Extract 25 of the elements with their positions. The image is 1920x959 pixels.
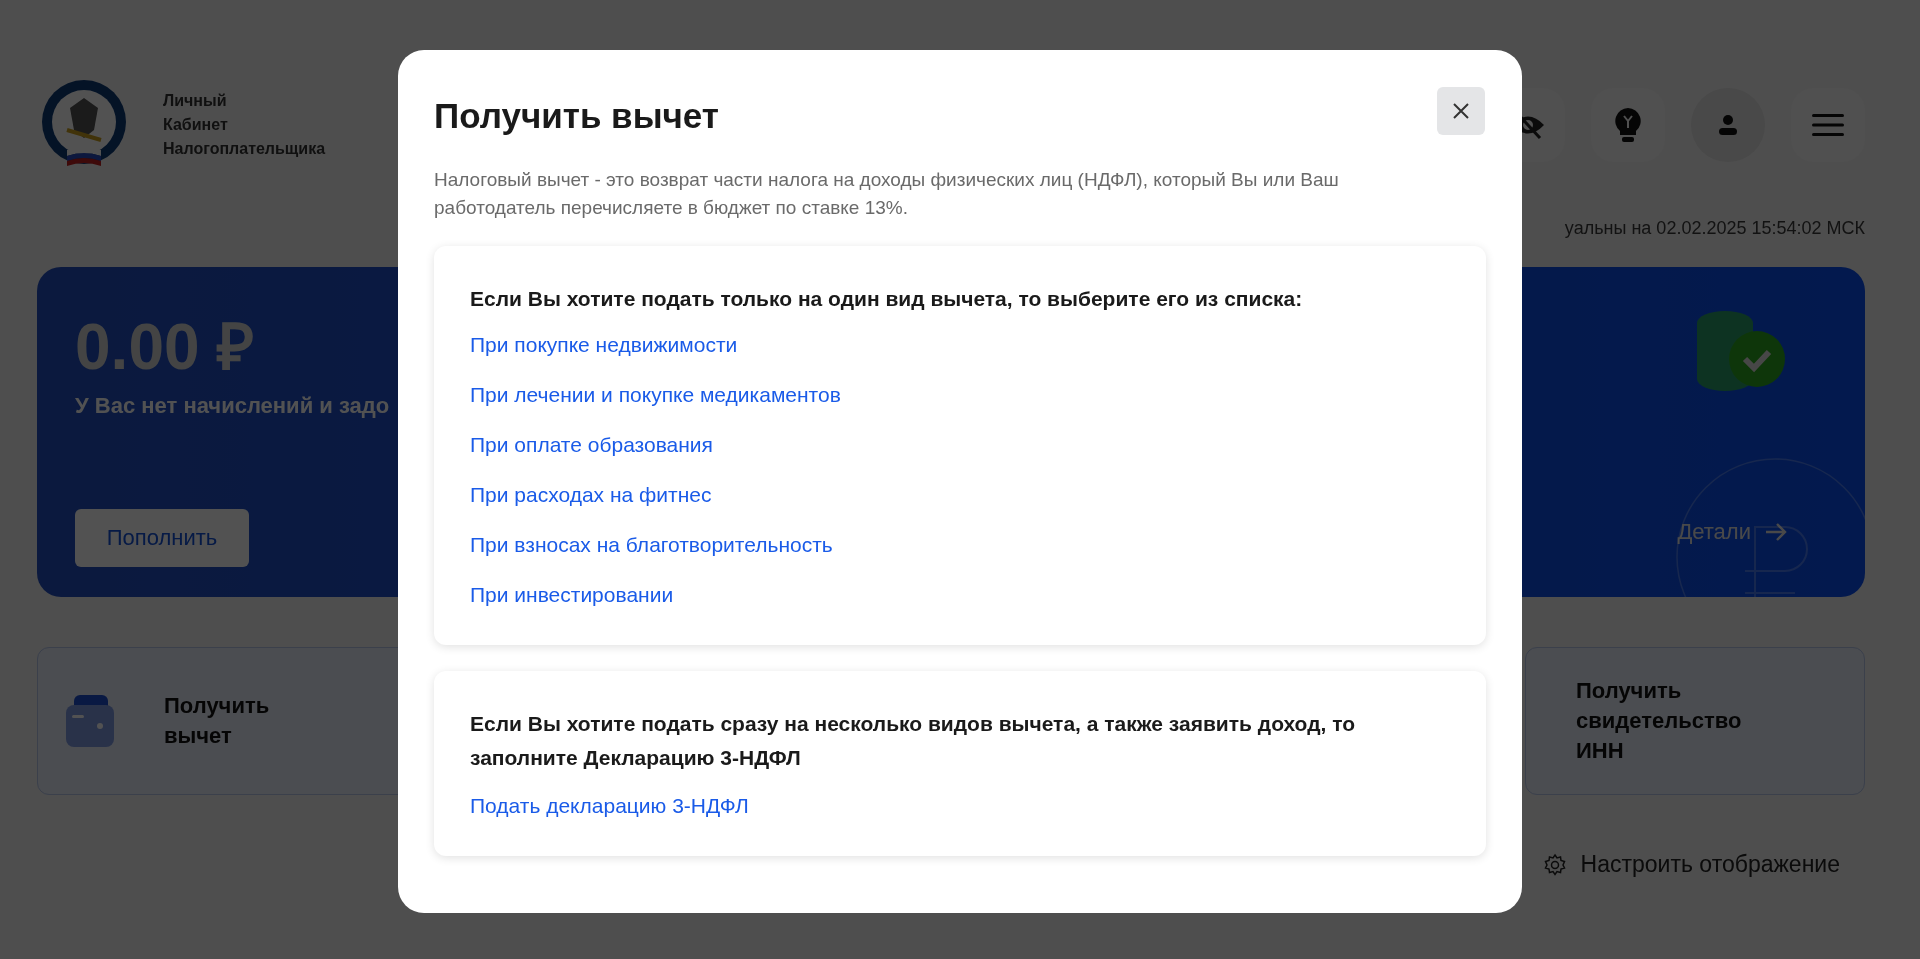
wallet-icon <box>64 693 116 749</box>
dialog-title: Получить вычет <box>434 96 719 136</box>
deduction-link[interactable]: При оплате образования <box>470 428 713 461</box>
dialog-description: Налоговый вычет - это возврат части налога на доходы физических лиц (НДФЛ), который Вы или Ваш работодатель перечисляете в бюджет по ставке 13%. <box>434 168 1340 220</box>
tile-title: Получить свидетельство ИНН <box>1576 677 1743 765</box>
settings-icon <box>1542 852 1567 877</box>
deduction-link[interactable]: При взносах на благотворительность <box>470 528 833 561</box>
menu-icon <box>1812 113 1844 137</box>
balance-message: У Вас нет начислений и задо <box>75 393 390 419</box>
lightbulb-icon <box>1614 107 1642 143</box>
site-title: Кабинет <box>163 115 229 135</box>
deduction-link[interactable]: При покупке недвижимости <box>470 328 738 361</box>
arrow-right-icon <box>1765 522 1787 542</box>
close-button[interactable] <box>1437 87 1485 135</box>
close-icon <box>1453 103 1469 119</box>
tile-title: Получить вычет <box>164 692 271 750</box>
site-title: Налогоплательщика <box>163 139 326 159</box>
deduction-link[interactable]: При инвестировании <box>470 578 674 611</box>
deduction-link[interactable]: При лечении и покупке медикаментов <box>470 378 841 411</box>
section-heading: Если Вы хотите подать только на один вид вычета, то выберите его из списка: <box>470 286 1304 312</box>
update-timestamp: уальны на 02.02.2025 15:54:02 МСК <box>1564 218 1865 239</box>
site-title: Личный <box>163 91 228 111</box>
deduction-link[interactable]: При расходах на фитнес <box>470 478 712 511</box>
user-icon <box>1717 114 1739 136</box>
coins-check-icon <box>1695 309 1787 393</box>
